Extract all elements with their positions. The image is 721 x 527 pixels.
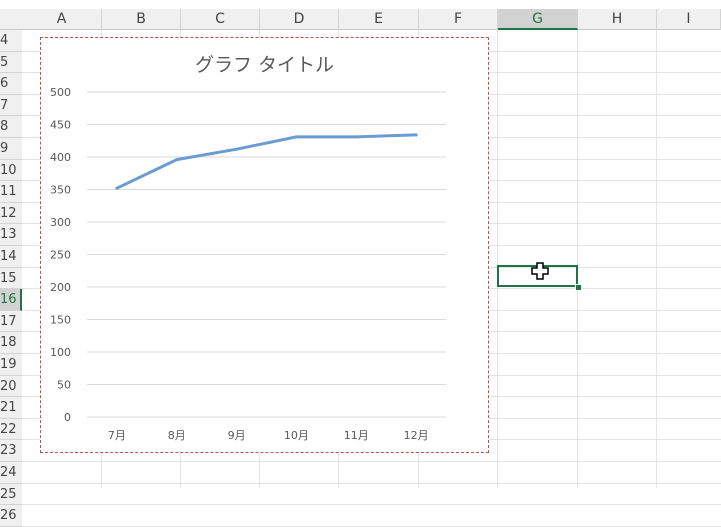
row-header-8[interactable]: 8 <box>0 116 22 138</box>
x-tick-label: 10月 <box>284 429 309 442</box>
row-header-25[interactable]: 25 <box>0 483 22 506</box>
row-header-17[interactable]: 17 <box>0 310 22 333</box>
row-header-6[interactable]: 6 <box>0 73 22 95</box>
column-gridline <box>656 30 657 488</box>
column-header-c[interactable]: C <box>181 9 260 30</box>
data-point[interactable] <box>175 158 179 162</box>
column-header-f[interactable]: F <box>419 9 498 30</box>
x-tick-label: 11月 <box>344 429 369 442</box>
row-header-23[interactable]: 23 <box>0 440 22 462</box>
cross-cursor-icon <box>531 262 549 280</box>
y-tick-label: 300 <box>50 216 71 229</box>
row-header-21[interactable]: 21 <box>0 397 22 419</box>
row-header-22[interactable]: 22 <box>0 418 22 441</box>
y-tick-label: 100 <box>50 346 71 359</box>
fill-handle[interactable] <box>575 284 582 291</box>
row-header-7[interactable]: 7 <box>0 94 22 117</box>
y-tick-label: 400 <box>50 151 71 164</box>
column-gridline <box>497 30 498 488</box>
row-gridline <box>22 461 721 462</box>
series-line[interactable] <box>115 133 418 190</box>
row-header-13[interactable]: 13 <box>0 224 22 246</box>
y-tick-label: 250 <box>50 249 71 262</box>
row-header-10[interactable]: 10 <box>0 159 22 182</box>
row-header-18[interactable]: 18 <box>0 332 22 354</box>
chart-plot: 0 50 100 150 200 250 300 350 400 450 500 7月 8月 9月 10月 1… <box>50 86 446 442</box>
data-point[interactable] <box>414 133 418 137</box>
y-tick-label: 150 <box>50 314 71 327</box>
x-tick-label: 9月 <box>228 429 246 442</box>
column-header-g[interactable]: G <box>498 9 578 30</box>
data-point[interactable] <box>294 135 298 139</box>
row-header-14[interactable]: 14 <box>0 246 22 268</box>
row-header-5[interactable]: 5 <box>0 51 22 74</box>
y-tick-label: 0 <box>64 411 71 424</box>
x-tick-label: 8月 <box>168 429 186 442</box>
column-header-e[interactable]: E <box>339 9 419 30</box>
x-tick-label: 7月 <box>108 429 126 442</box>
row-header-15[interactable]: 15 <box>0 267 22 290</box>
row-gridline <box>22 504 721 506</box>
x-tick-label: 12月 <box>404 429 429 442</box>
row-header-24[interactable]: 24 <box>0 462 22 484</box>
row-gridline <box>22 482 721 484</box>
column-header-a[interactable]: A <box>22 9 102 30</box>
data-point[interactable] <box>115 186 119 190</box>
y-tick-label: 50 <box>57 379 71 392</box>
column-header-b[interactable]: B <box>102 9 181 30</box>
row-header-12[interactable]: 12 <box>0 202 22 225</box>
row-header-11[interactable]: 11 <box>0 181 22 203</box>
row-header-19[interactable]: 19 <box>0 354 22 376</box>
y-tick-label: 450 <box>50 119 71 132</box>
column-gridline <box>577 30 578 488</box>
row-header-4[interactable]: 4 <box>0 30 22 52</box>
column-header-i[interactable]: I <box>657 9 721 30</box>
column-header-d[interactable]: D <box>260 9 339 30</box>
y-tick-label: 350 <box>50 184 71 197</box>
column-header-h[interactable]: H <box>578 9 657 30</box>
y-tick-label: 500 <box>50 86 71 99</box>
data-point[interactable] <box>235 147 239 151</box>
data-point[interactable] <box>354 135 358 139</box>
row-header-26[interactable]: 26 <box>0 505 22 527</box>
row-header-16[interactable]: 16 <box>0 289 22 311</box>
row-header-20[interactable]: 20 <box>0 375 22 398</box>
line-chart[interactable]: グラフ タイトル 0 50 100 150 200 250 300 350 400 450 500 7… <box>40 37 489 453</box>
row-header-9[interactable]: 9 <box>0 138 22 160</box>
y-tick-label: 200 <box>50 281 71 294</box>
